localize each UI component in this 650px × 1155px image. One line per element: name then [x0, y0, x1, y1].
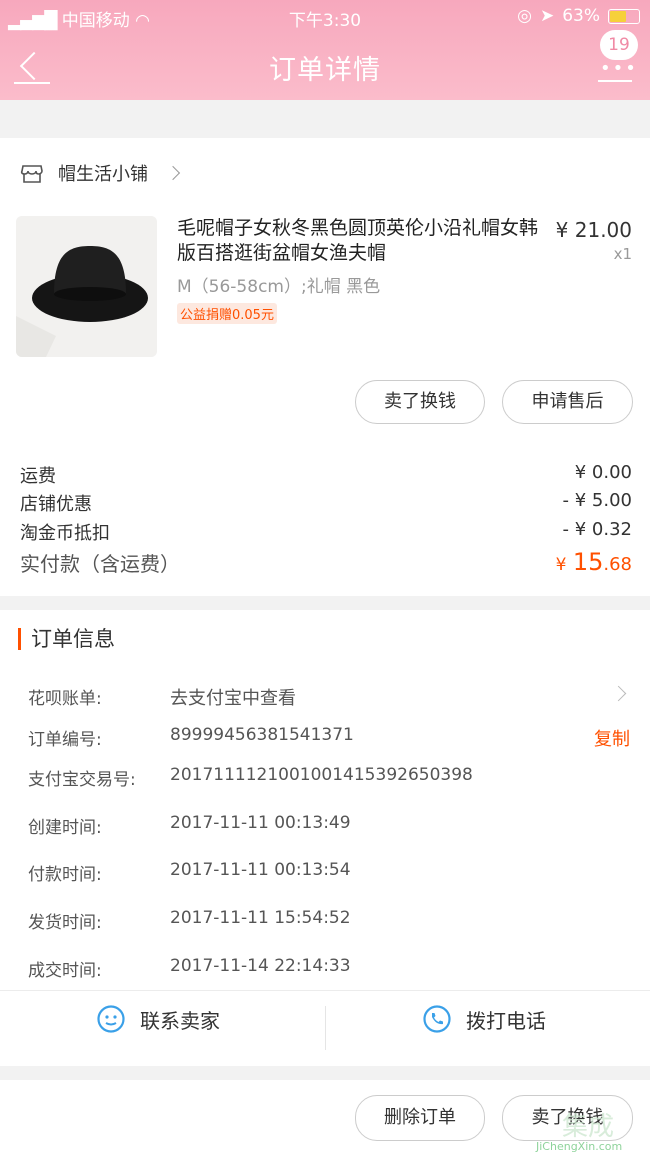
- info-key: 付款时间:: [28, 865, 102, 885]
- fee-row: 运费 ¥ 0.00: [20, 462, 632, 488]
- charity-tag: 公益捐赠0.05元: [177, 303, 277, 324]
- fee-row: 淘金币抵扣 - ¥ 0.32: [20, 519, 632, 545]
- product-price: ¥ 21.00: [555, 218, 632, 242]
- call-label: 拨打电话: [466, 1008, 546, 1033]
- contact-divider: [325, 1006, 326, 1050]
- info-value: 2017111121001001415392650398: [170, 765, 473, 785]
- total-decimal: .68: [603, 554, 632, 575]
- info-key: 创建时间:: [28, 818, 102, 838]
- info-key: 花呗账单:: [28, 689, 102, 709]
- info-value: 2017-11-11 00:13:49: [170, 813, 351, 833]
- hat-image: [16, 216, 157, 357]
- contact-seller-button[interactable]: 联系卖家: [96, 1004, 220, 1034]
- status-bar: ▂▄▆█ 中国移动 ◠ 下午3:30 ◎ ➤ 63%: [0, 0, 650, 34]
- total-currency: ¥: [555, 555, 567, 575]
- fee-label: 运费: [20, 466, 56, 487]
- info-key: 支付宝交易号:: [28, 770, 136, 790]
- delete-order-button[interactable]: 删除订单: [355, 1095, 485, 1141]
- battery-icon: [608, 8, 640, 24]
- product-title[interactable]: 毛呢帽子女秋冬黑色圆顶英伦小沿礼帽女韩版百搭逛街盆帽女渔夫帽: [177, 216, 542, 266]
- product-quantity: x1: [613, 245, 632, 263]
- chat-icon: [97, 1005, 125, 1033]
- battery-fill: [610, 10, 627, 22]
- order-info-card: [0, 610, 650, 1066]
- total-integer: 15: [572, 548, 604, 576]
- fee-value: - ¥ 0.32: [562, 519, 632, 540]
- message-badge[interactable]: 19: [600, 30, 638, 60]
- fee-value: ¥ 0.00: [574, 462, 632, 483]
- total-row: 实付款（含运费） ¥ 15.68: [20, 548, 632, 577]
- location-icon: ➤: [539, 6, 555, 26]
- fee-row: 店铺优惠 - ¥ 5.00: [20, 490, 632, 516]
- info-value: 2017-11-11 00:13:54: [170, 860, 351, 880]
- more-button[interactable]: •••: [598, 58, 636, 84]
- contact-seller-label: 联系卖家: [140, 1008, 220, 1033]
- info-value: 2017-11-14 22:14:33: [170, 956, 351, 976]
- watermark-logo: 集成 JiChengXin.com: [532, 1104, 644, 1154]
- fee-label: 淘金币抵扣: [20, 523, 110, 544]
- store-icon: [20, 165, 43, 183]
- total-label: 实付款（含运费）: [20, 552, 180, 576]
- lock-rotation-icon: ◎: [517, 6, 532, 26]
- product-image[interactable]: [16, 216, 157, 357]
- watermark-url: JiChengXin.com: [536, 1140, 623, 1153]
- product-spec: M（56-58cm）;礼帽 黑色: [177, 277, 381, 297]
- info-value: 去支付宝中查看: [170, 688, 296, 709]
- call-button[interactable]: 拨打电话: [422, 1004, 546, 1034]
- phone-icon: [423, 1005, 451, 1033]
- after-sale-button[interactable]: 申请售后: [502, 380, 633, 424]
- fee-label: 店铺优惠: [20, 494, 92, 515]
- copy-button[interactable]: 复制: [594, 725, 630, 751]
- status-right: ◎ ➤ 63%: [517, 6, 640, 26]
- total-value: ¥ 15.68: [556, 548, 632, 577]
- chevron-right-icon: [165, 165, 181, 181]
- battery-percent: 63%: [562, 6, 600, 26]
- info-key: 订单编号:: [28, 730, 102, 750]
- sell-button[interactable]: 卖了换钱: [355, 380, 485, 424]
- shop-header[interactable]: 帽生活小铺: [20, 160, 181, 186]
- page-title: 订单详情: [269, 55, 381, 86]
- order-info-title: 订单信息: [18, 628, 115, 650]
- info-key: 成交时间:: [28, 961, 102, 981]
- info-value: 89999456381541371: [170, 725, 354, 745]
- info-key: 发货时间:: [28, 913, 102, 933]
- fee-value: - ¥ 5.00: [562, 490, 632, 511]
- header: ▂▄▆█ 中国移动 ◠ 下午3:30 ◎ ➤ 63% 订单详情 ••• 19: [0, 0, 650, 100]
- watermark-text: 集成: [562, 1112, 615, 1142]
- info-value: 2017-11-11 15:54:52: [170, 908, 351, 928]
- more-icon: •••: [600, 58, 638, 79]
- more-underline: [598, 80, 632, 82]
- shop-name: 帽生活小铺: [58, 164, 148, 185]
- contact-divider-top: [0, 990, 650, 991]
